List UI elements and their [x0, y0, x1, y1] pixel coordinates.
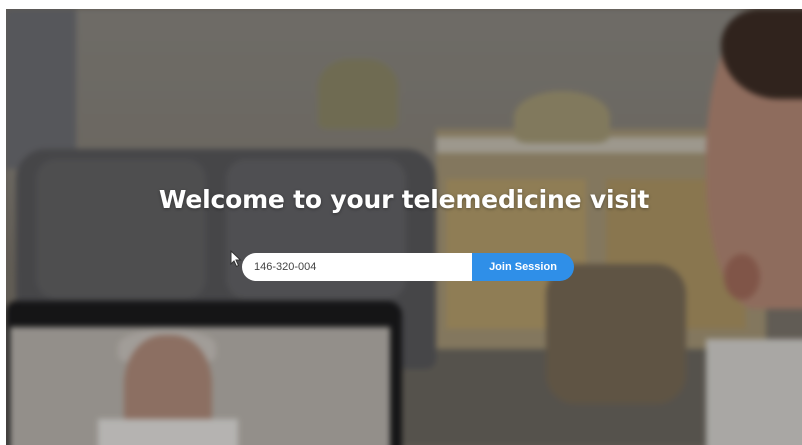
mouse-pointer-icon [230, 250, 242, 268]
join-session-form: Join Session [242, 253, 574, 281]
background-dim-overlay [6, 9, 802, 445]
join-session-button[interactable]: Join Session [472, 253, 574, 281]
page-title: Welcome to your telemedicine visit [158, 185, 650, 214]
telemedicine-welcome-screen: Welcome to your telemedicine visit Join … [6, 9, 802, 445]
session-id-input[interactable] [242, 253, 472, 281]
